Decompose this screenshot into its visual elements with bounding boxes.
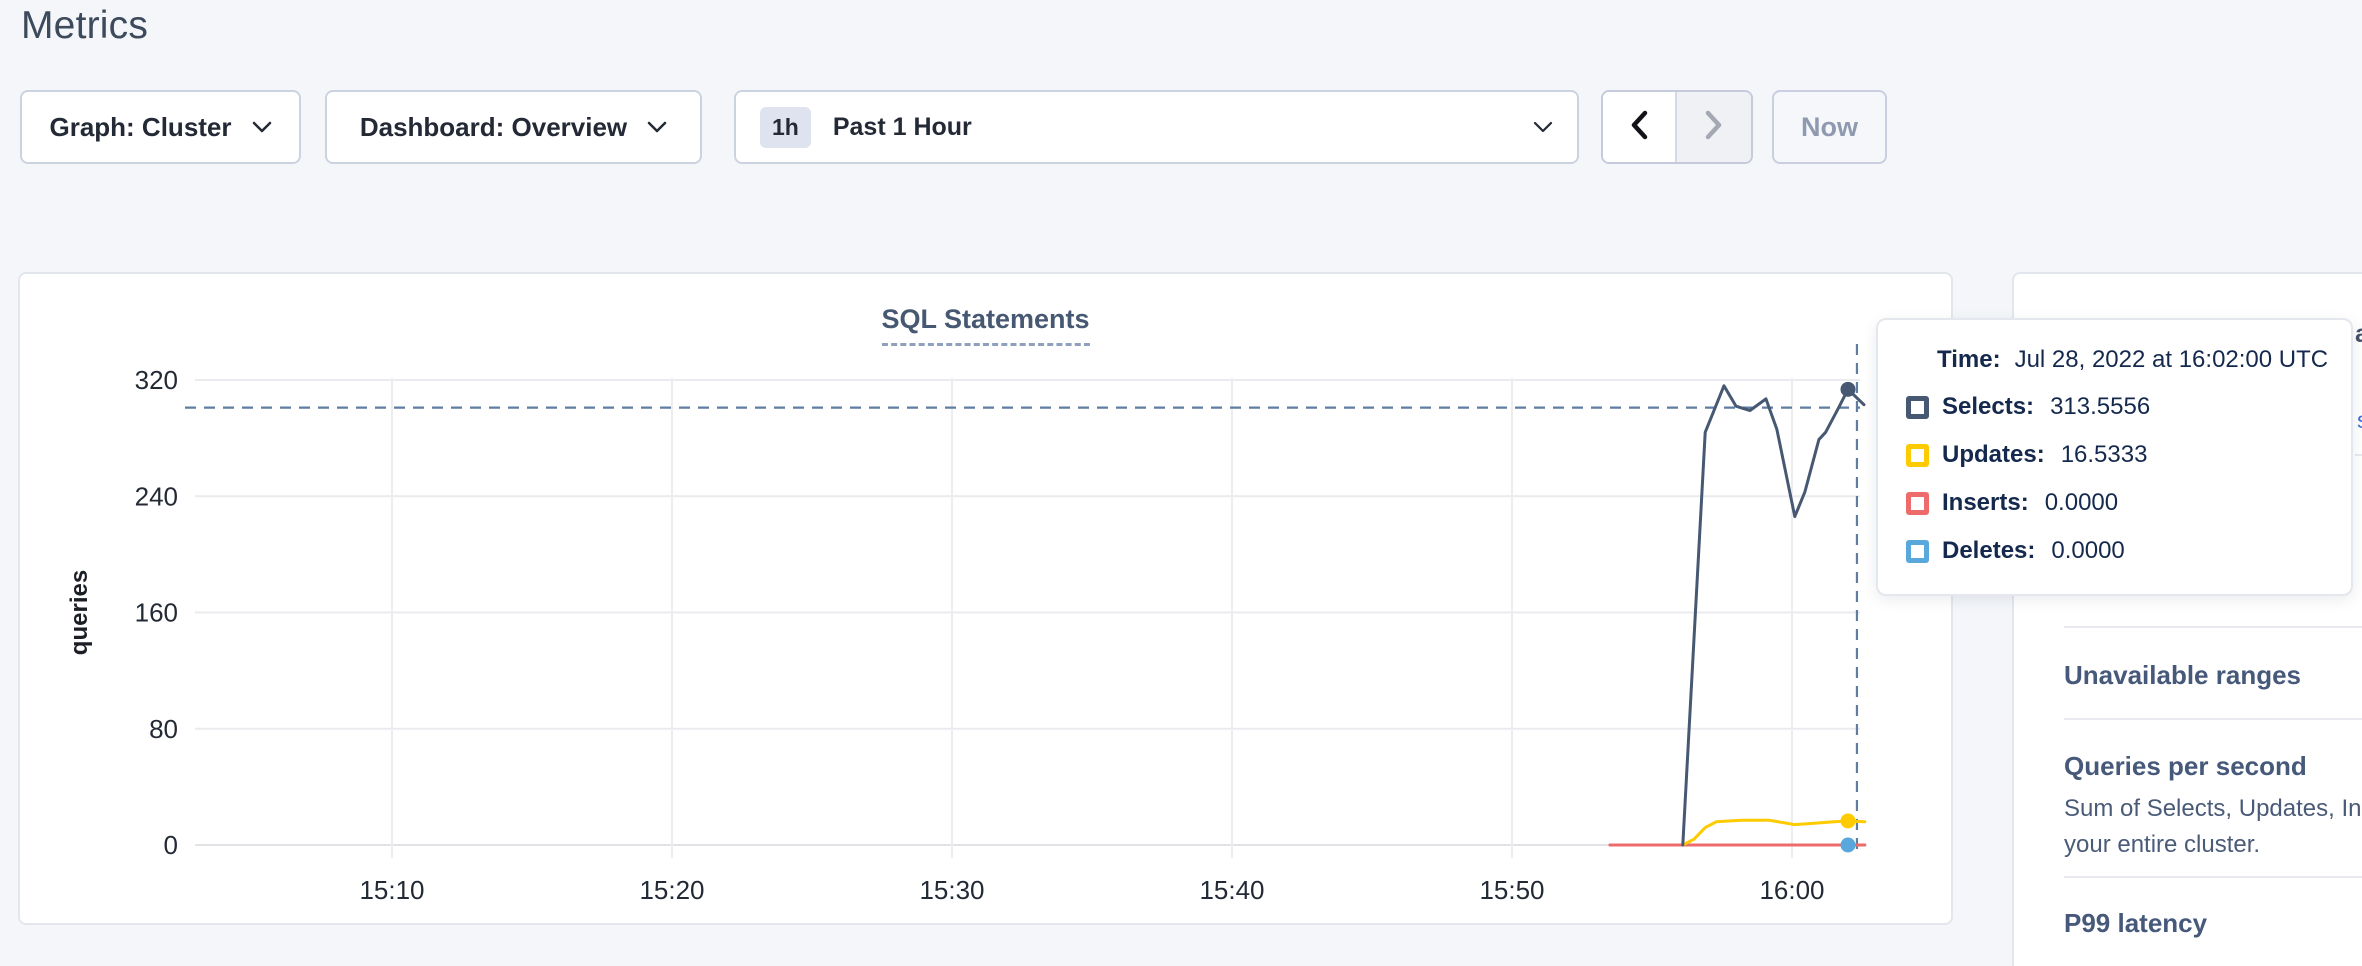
tooltip-series-value: 313.5556 bbox=[2050, 393, 2150, 421]
x-tick-label: 15:40 bbox=[1199, 875, 1264, 905]
sql-statements-card: SQL Statements 08016024032015:1015:2015:… bbox=[18, 272, 1953, 925]
tooltip-time-label: Time: bbox=[1937, 346, 2001, 374]
chart-hover-tooltip: Time: Jul 28, 2022 at 16:02:00 UTC Selec… bbox=[1876, 318, 2353, 596]
x-tick-label: 15:10 bbox=[359, 875, 424, 905]
legend-swatch-icon bbox=[1906, 396, 1929, 419]
legend-swatch-icon bbox=[1906, 540, 1929, 563]
next-time-button[interactable] bbox=[1677, 92, 1751, 162]
legend-swatch-icon bbox=[1906, 444, 1929, 467]
x-tick-label: 15:30 bbox=[919, 875, 984, 905]
chevron-left-icon bbox=[1630, 110, 1648, 145]
tooltip-row-inserts: Inserts: 0.0000 bbox=[1906, 489, 2351, 517]
time-nav-group bbox=[1601, 90, 1753, 164]
sidebar-heading-p99-latency: P99 latency bbox=[2064, 908, 2207, 939]
y-tick-label: 240 bbox=[135, 481, 178, 511]
sidebar-heading-unavailable-ranges: Unavailable ranges bbox=[2064, 660, 2301, 691]
tooltip-series-value: 0.0000 bbox=[2051, 537, 2124, 565]
hover-dot-deletes bbox=[1841, 838, 1856, 853]
sidebar-heading-queries-per-second: Queries per second bbox=[2064, 751, 2307, 782]
divider bbox=[2355, 454, 2362, 456]
tooltip-series-label: Updates: bbox=[1942, 441, 2045, 469]
sidebar-clipped-link-fragment[interactable]: s bbox=[2357, 407, 2362, 434]
now-button[interactable]: Now bbox=[1772, 90, 1887, 164]
x-tick-label: 16:00 bbox=[1759, 875, 1824, 905]
x-tick-label: 15:20 bbox=[639, 875, 704, 905]
divider bbox=[2064, 876, 2362, 878]
divider bbox=[2064, 718, 2362, 720]
tooltip-series-value: 0.0000 bbox=[2045, 489, 2118, 517]
tooltip-series-label: Deletes: bbox=[1942, 537, 2035, 565]
sidebar-description-queries-per-second: Sum of Selects, Updates, Inser your enti… bbox=[2064, 791, 2362, 863]
description-line: Sum of Selects, Updates, Inser bbox=[2064, 791, 2362, 827]
series-line-updates bbox=[1683, 820, 1865, 845]
tooltip-time-row: Time: Jul 28, 2022 at 16:02:00 UTC bbox=[1937, 345, 2351, 374]
legend-swatch-icon bbox=[1906, 492, 1929, 515]
tooltip-series-label: Selects: bbox=[1942, 393, 2034, 421]
chevron-down-icon bbox=[647, 121, 667, 133]
y-tick-label: 160 bbox=[135, 598, 178, 628]
graph-scope-label: Graph: Cluster bbox=[49, 112, 231, 143]
time-range-badge: 1h bbox=[760, 107, 811, 148]
prev-time-button[interactable] bbox=[1603, 92, 1677, 162]
dashboard-label: Dashboard: Overview bbox=[360, 112, 627, 143]
tooltip-legend: Selects: 313.5556Updates: 16.5333 Inserts: 0… bbox=[1906, 393, 2351, 565]
chevron-right-icon bbox=[1705, 110, 1723, 145]
series-line-selects bbox=[1683, 386, 1864, 845]
tooltip-row-updates: Updates: 16.5333 bbox=[1906, 441, 2351, 469]
sidebar-clipped-text-fragment: a bbox=[2355, 320, 2362, 349]
description-line: your entire cluster. bbox=[2064, 827, 2362, 863]
y-axis-label: queries bbox=[66, 570, 93, 655]
time-range-label: Past 1 Hour bbox=[833, 113, 1511, 142]
tooltip-series-value: 16.5333 bbox=[2061, 441, 2148, 469]
time-range-picker[interactable]: 1h Past 1 Hour bbox=[734, 90, 1579, 164]
y-tick-label: 320 bbox=[135, 365, 178, 395]
tooltip-time-value: Jul 28, 2022 at 16:02:00 UTC bbox=[2015, 346, 2329, 374]
divider bbox=[2064, 626, 2362, 628]
now-button-label: Now bbox=[1801, 112, 1858, 143]
tooltip-row-deletes: Deletes: 0.0000 bbox=[1906, 537, 2351, 565]
dashboard-dropdown[interactable]: Dashboard: Overview bbox=[325, 90, 702, 164]
y-tick-label: 0 bbox=[164, 830, 178, 860]
chevron-down-icon bbox=[252, 121, 272, 133]
sql-statements-chart[interactable]: 0 80 160 240 320 15:10 15:20 15:30 15:40 15:50 16:… bbox=[20, 274, 1951, 923]
x-tick-label: 15:50 bbox=[1479, 875, 1544, 905]
metrics-page: Metrics Graph: Cluster Dashboard: Overvi… bbox=[0, 0, 2362, 966]
chevron-down-icon bbox=[1533, 121, 1553, 133]
tooltip-series-label: Inserts: bbox=[1942, 489, 2029, 517]
y-tick-label: 80 bbox=[149, 714, 178, 744]
tooltip-row-selects: Selects: 313.5556 bbox=[1906, 393, 2351, 421]
page-title: Metrics bbox=[21, 4, 148, 48]
graph-scope-dropdown[interactable]: Graph: Cluster bbox=[20, 90, 301, 164]
hover-dot-selects bbox=[1841, 382, 1856, 397]
hover-dot-updates bbox=[1841, 813, 1856, 828]
